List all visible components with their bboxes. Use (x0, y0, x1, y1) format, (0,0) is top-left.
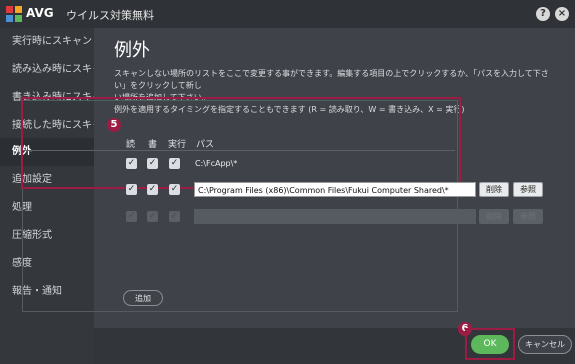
sidebar-item-scan-on-read[interactable]: 読み込み時にスキャン (0, 56, 112, 84)
delete-button: 削除 (479, 209, 509, 224)
column-header-exec: 実行 (168, 140, 187, 150)
help-icon[interactable]: ? (536, 7, 550, 21)
exec-checkbox[interactable]: ✓ (169, 158, 180, 169)
column-header-write: 書 (148, 140, 158, 150)
app-title: ウイルス対策無料 (66, 9, 154, 22)
browse-button: 参照 (513, 209, 543, 224)
column-header-path: パス (196, 140, 215, 150)
highlight-frame (21, 97, 461, 189)
step-marker-5: 5 (107, 118, 121, 132)
brand-name: AVG (26, 6, 54, 20)
browse-button[interactable]: 参照 (513, 182, 543, 197)
exec-checkbox: ✓ (169, 211, 180, 222)
read-checkbox: ✓ (126, 211, 137, 222)
cancel-button[interactable]: キャンセル (518, 335, 572, 354)
page-title: 例外 (114, 40, 150, 61)
read-checkbox[interactable]: ✓ (126, 184, 137, 195)
write-checkbox[interactable]: ✓ (147, 158, 158, 169)
path-text[interactable]: C:\FcApp\* (195, 159, 237, 168)
write-checkbox: ✓ (147, 211, 158, 222)
read-checkbox[interactable]: ✓ (126, 158, 137, 169)
header-divider (23, 150, 455, 151)
add-button[interactable]: 追加 (123, 290, 163, 306)
avg-logo-icon (6, 6, 22, 22)
close-icon[interactable]: × (555, 7, 569, 21)
delete-button[interactable]: 削除 (479, 182, 509, 197)
write-checkbox[interactable]: ✓ (147, 184, 158, 195)
path-input (194, 209, 476, 224)
column-header-read: 読 (126, 140, 136, 150)
description-line: スキャンしない場所のリストをここで変更する事ができます。編集する項目の上でクリッ… (114, 69, 549, 90)
sidebar-item-scan-on-execute[interactable]: 実行時にスキャン (0, 28, 94, 56)
path-input[interactable]: C:\Program Files (x86)\Common Files\Fuku… (194, 182, 476, 197)
exec-checkbox[interactable]: ✓ (169, 184, 180, 195)
ok-button[interactable]: OK (471, 335, 509, 354)
